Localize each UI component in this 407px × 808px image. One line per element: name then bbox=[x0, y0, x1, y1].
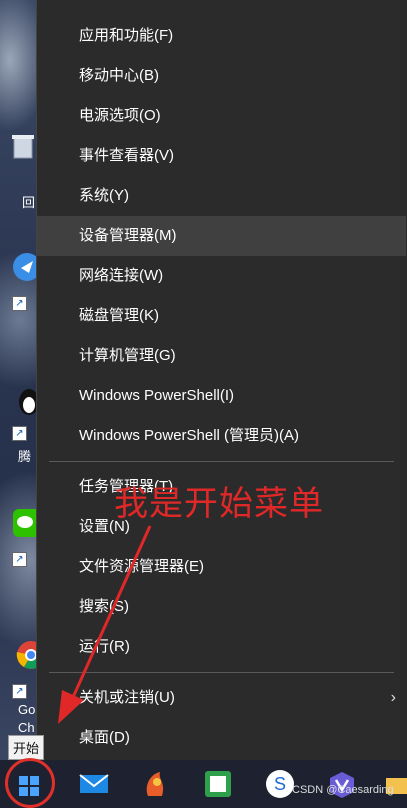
menu-item-label: 关机或注销(U) bbox=[79, 689, 175, 706]
menu-item-label: 桌面(D) bbox=[79, 729, 130, 746]
mail-icon[interactable] bbox=[78, 768, 110, 800]
recycle-bin-icon[interactable] bbox=[8, 130, 38, 160]
start-tooltip: 开始 bbox=[8, 735, 45, 760]
whiteboard-icon[interactable] bbox=[202, 768, 234, 800]
chevron-right-icon: › bbox=[390, 689, 396, 706]
menu-item-label: 运行(R) bbox=[79, 638, 130, 655]
menu-item-powershell-admin[interactable]: Windows PowerShell (管理员)(A) bbox=[37, 416, 406, 456]
annotation-text: 我是开始菜单 bbox=[114, 484, 324, 524]
menu-item-apps-features[interactable]: 应用和功能(F) bbox=[37, 16, 406, 56]
menu-item-disk-management[interactable]: 磁盘管理(K) bbox=[37, 296, 406, 336]
menu-item-label: 电源选项(O) bbox=[79, 107, 161, 124]
menu-item-power-options[interactable]: 电源选项(O) bbox=[37, 96, 406, 136]
desktop-label-chrome-1: Go bbox=[18, 702, 36, 717]
watermark-text: CSDN @Caesarding bbox=[292, 784, 394, 796]
menu-item-label: 网络连接(W) bbox=[79, 267, 164, 284]
menu-item-label: 事件查看器(V) bbox=[79, 147, 174, 164]
desktop-label-qq: 腾 bbox=[18, 449, 32, 464]
menu-item-file-explorer[interactable]: 文件资源管理器(E) bbox=[37, 547, 406, 587]
menu-item-system[interactable]: 系统(Y) bbox=[37, 176, 406, 216]
menu-item-event-viewer[interactable]: 事件查看器(V) bbox=[37, 136, 406, 176]
menu-item-network-connections[interactable]: 网络连接(W) bbox=[37, 256, 406, 296]
photos-icon[interactable] bbox=[140, 768, 172, 800]
menu-item-label: 应用和功能(F) bbox=[79, 27, 174, 44]
shortcut-arrow-icon: ↗ bbox=[12, 684, 27, 699]
menu-item-device-manager[interactable]: 设备管理器(M) bbox=[37, 216, 406, 256]
menu-item-label: 搜索(S) bbox=[79, 598, 129, 615]
menu-item-mobility-center[interactable]: 移动中心(B) bbox=[37, 56, 406, 96]
svg-text:S: S bbox=[274, 774, 286, 794]
menu-item-label: 文件资源管理器(E) bbox=[79, 558, 204, 575]
start-highlight-circle bbox=[5, 758, 55, 808]
shortcut-arrow-icon: ↗ bbox=[12, 426, 27, 441]
menu-item-powershell[interactable]: Windows PowerShell(I) bbox=[37, 376, 406, 416]
menu-item-desktop[interactable]: 桌面(D) bbox=[37, 718, 406, 758]
menu-item-label: 设备管理器(M) bbox=[79, 227, 177, 244]
menu-item-search[interactable]: 搜索(S) bbox=[37, 587, 406, 627]
shortcut-arrow-icon: ↗ bbox=[12, 296, 27, 311]
menu-item-label: Windows PowerShell (管理员)(A) bbox=[79, 427, 300, 444]
start-context-menu: 应用和功能(F) 移动中心(B) 电源选项(O) 事件查看器(V) 系统(Y) … bbox=[36, 0, 407, 760]
menu-separator bbox=[49, 672, 394, 673]
menu-item-label: 计算机管理(G) bbox=[79, 347, 176, 364]
menu-item-run[interactable]: 运行(R) bbox=[37, 627, 406, 667]
desktop-label-chrome-2: Ch bbox=[18, 720, 35, 735]
menu-item-label: 系统(Y) bbox=[79, 187, 129, 204]
menu-item-shutdown-signout[interactable]: 关机或注销(U) › bbox=[37, 678, 406, 718]
menu-item-label: 移动中心(B) bbox=[79, 67, 159, 84]
menu-item-label: 磁盘管理(K) bbox=[79, 307, 159, 324]
menu-separator bbox=[49, 461, 394, 462]
menu-item-computer-management[interactable]: 计算机管理(G) bbox=[37, 336, 406, 376]
menu-item-label: Windows PowerShell(I) bbox=[79, 387, 235, 404]
shortcut-arrow-icon: ↗ bbox=[12, 552, 27, 567]
desktop-label-recycle: 回 bbox=[22, 195, 36, 210]
